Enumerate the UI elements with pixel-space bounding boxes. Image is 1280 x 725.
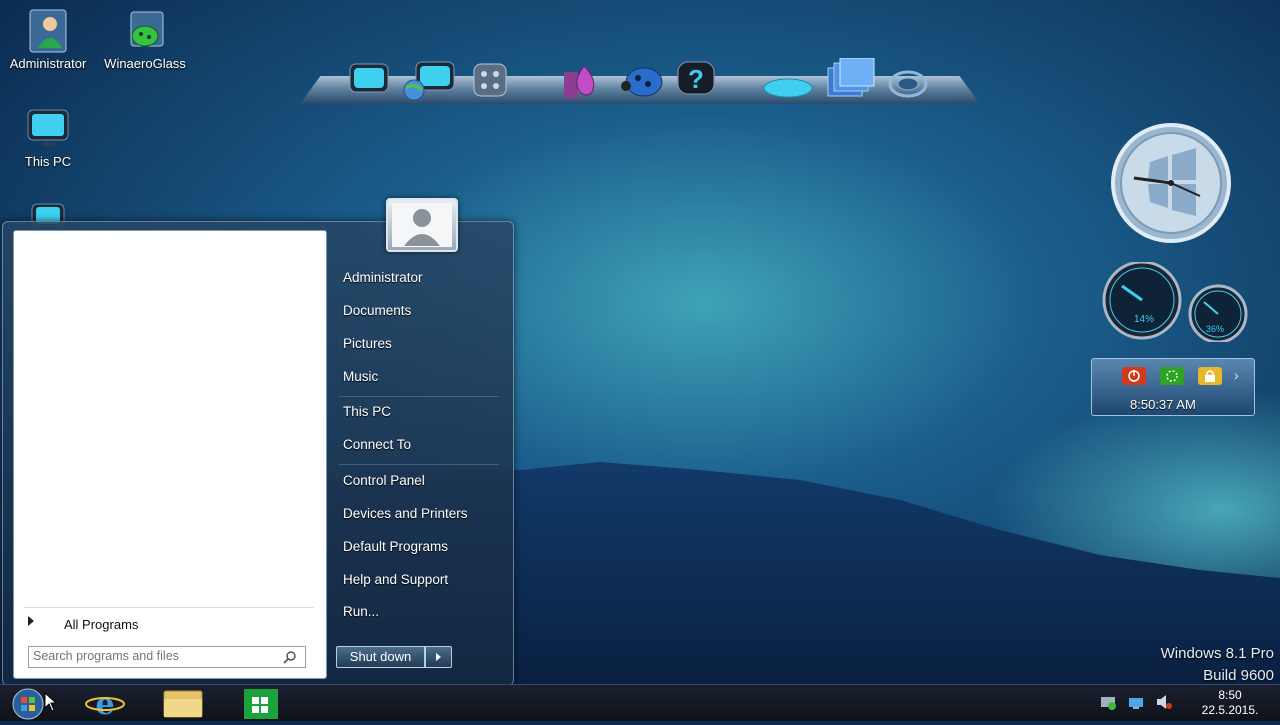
file-explorer-button[interactable] [160, 687, 206, 719]
control-panel-icon[interactable] [470, 58, 514, 102]
start-item-this-pc[interactable]: This PC [343, 404, 391, 419]
desktop-icon-label: This PC [24, 154, 72, 169]
monitor-icon [24, 104, 72, 152]
taskbar: e 8:50 22.5.2015. [0, 684, 1280, 722]
lock-icon [1205, 370, 1215, 382]
start-item-help-and-support[interactable]: Help and Support [343, 572, 448, 587]
start-item-run[interactable]: Run... [343, 604, 379, 619]
power-icon [1128, 370, 1140, 382]
desktop-icon-label: WinaeroGlass [104, 56, 186, 71]
documents-stack-icon[interactable] [822, 57, 875, 102]
svg-text:e: e [95, 687, 114, 719]
all-programs-label: All Programs [64, 617, 139, 632]
start-item-administrator[interactable]: Administrator [343, 270, 423, 285]
ram-percent: 36% [1206, 324, 1225, 334]
menu-separator [339, 396, 499, 397]
search-box[interactable] [28, 646, 306, 668]
network-globe-icon[interactable] [400, 58, 455, 102]
desktop-icon-label: Administrator [9, 56, 87, 71]
gadget-time: 8:50:37 AM [1130, 397, 1196, 412]
svg-text:?: ? [688, 64, 704, 94]
clock-date: 22.5.2015. [1201, 703, 1259, 717]
start-item-documents[interactable]: Documents [343, 303, 411, 318]
network-icon[interactable] [1127, 693, 1145, 711]
recycle-bin-icon[interactable] [884, 58, 928, 102]
windows-logo-icon [12, 688, 44, 720]
windows-version-watermark: Windows 8.1 Pro Build 9600 [1161, 643, 1274, 687]
ladybug-icon [121, 6, 169, 54]
action-center-icon[interactable] [1099, 693, 1117, 711]
arrow-right-icon [28, 616, 34, 626]
start-menu: All Programs Administrator Documents Pic… [2, 198, 514, 686]
desktop-icon-winaeroglass[interactable]: WinaeroGlass [97, 6, 193, 71]
internet-explorer-button[interactable]: e [82, 687, 128, 722]
mouse-icon[interactable] [760, 58, 813, 102]
taskbar-clock[interactable]: 8:50 22.5.2015. [1190, 688, 1270, 718]
spade-app-icon[interactable] [558, 58, 602, 102]
user-folder-icon [24, 6, 72, 54]
start-item-pictures[interactable]: Pictures [343, 336, 392, 351]
menu-separator [339, 464, 499, 465]
user-avatar[interactable] [386, 198, 458, 252]
shutdown-options-button[interactable] [425, 646, 452, 668]
volume-icon[interactable] [1155, 693, 1173, 711]
restart-button[interactable] [1160, 367, 1184, 385]
restart-icon [1166, 370, 1178, 382]
chevron-right-icon[interactable]: › [1234, 367, 1239, 383]
cpu-meter-gadget[interactable]: 14% 36% [1094, 260, 1254, 344]
cpu-percent: 14% [1134, 314, 1155, 325]
search-input[interactable] [33, 648, 273, 664]
help-icon[interactable]: ? [674, 58, 718, 102]
lock-button[interactable] [1198, 367, 1222, 385]
ie-icon: e [85, 687, 125, 722]
all-programs-button[interactable]: All Programs [24, 607, 314, 638]
start-item-devices-and-printers[interactable]: Devices and Printers [343, 506, 468, 521]
shutdown-timer-gadget: › 8:50:37 AM [1091, 358, 1255, 416]
store-icon [244, 689, 278, 719]
user-silhouette-icon [392, 203, 452, 247]
clock-gadget[interactable] [1090, 122, 1252, 244]
power-button[interactable] [1122, 367, 1146, 385]
start-menu-programs-pane: All Programs [13, 230, 327, 679]
clock-time: 8:50 [1218, 688, 1242, 702]
start-button[interactable] [12, 688, 44, 720]
ladybug-icon[interactable] [618, 58, 663, 102]
shutdown-button[interactable]: Shut down [336, 646, 425, 668]
store-button[interactable] [238, 687, 284, 719]
start-item-connect-to[interactable]: Connect To [343, 437, 411, 452]
folder-icon [163, 690, 203, 718]
watermark-edition: Windows 8.1 Pro [1160, 645, 1274, 662]
desktop-icon-this-pc[interactable]: This PC [0, 104, 96, 169]
mouse-cursor-icon [44, 692, 58, 712]
search-icon[interactable] [283, 650, 297, 664]
start-item-default-programs[interactable]: Default Programs [343, 539, 448, 554]
dock-bar: ? [300, 56, 980, 106]
desktop-icon-administrator[interactable]: Administrator [0, 6, 96, 71]
start-item-music[interactable]: Music [343, 369, 378, 384]
start-item-control-panel[interactable]: Control Panel [343, 473, 425, 488]
monitor-icon[interactable] [348, 58, 392, 102]
